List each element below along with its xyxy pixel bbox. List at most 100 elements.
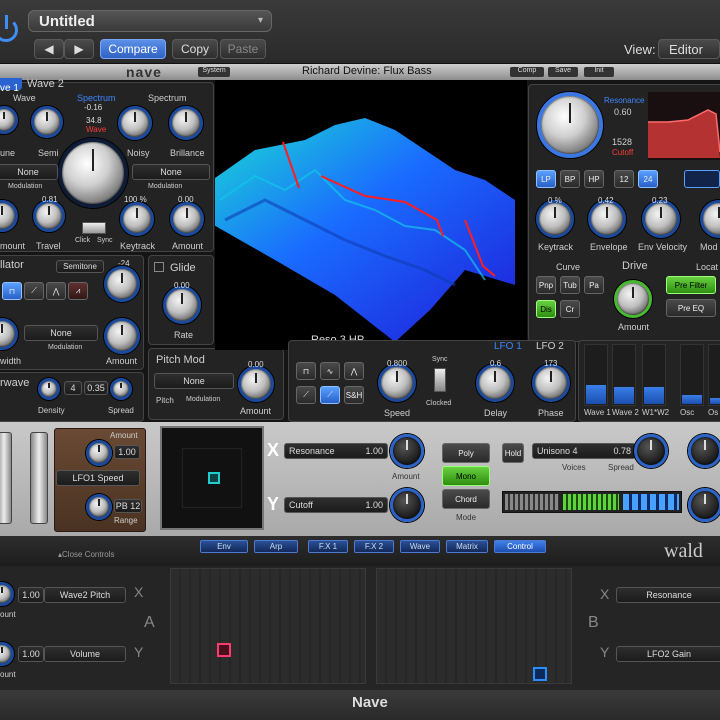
osc-amount-knob[interactable] — [104, 318, 140, 354]
filter-12-button[interactable]: 12 — [614, 170, 634, 188]
filter-lp-button[interactable]: LP — [536, 170, 556, 188]
close-controls-link[interactable]: ▴Close Controls — [58, 550, 114, 559]
extra-knob-right-2[interactable] — [688, 488, 720, 522]
lfo-phase-knob[interactable] — [532, 364, 570, 402]
curve-pa-button[interactable]: Pa — [584, 276, 604, 294]
hold-button[interactable]: Hold — [502, 443, 524, 463]
pb-range-field[interactable]: PB 12 — [114, 499, 142, 513]
filter-extra-select[interactable] — [684, 170, 720, 188]
bottom-a-y-amount[interactable]: 1.00 — [18, 646, 44, 662]
tab-wave1[interactable]: ve 1 — [0, 78, 22, 94]
resonance-cutoff-knob[interactable] — [537, 92, 603, 158]
spread-knob[interactable] — [110, 378, 132, 400]
system-button[interactable]: System — [198, 67, 230, 77]
xy-pad-b-cursor[interactable] — [533, 667, 547, 681]
filter-keytrack-knob[interactable] — [536, 200, 574, 238]
wavemix-fader-3[interactable] — [680, 344, 704, 406]
tab-arp[interactable]: Arp — [254, 540, 298, 553]
lfo-shape-sine[interactable]: ∿ — [320, 362, 340, 380]
wave-shape-1[interactable]: ⊓ — [2, 282, 22, 300]
next-button[interactable]: ▶ — [64, 39, 94, 59]
curve-pnp-button[interactable]: Pnp — [536, 276, 556, 294]
curve-cr-button[interactable]: Cr — [560, 300, 580, 318]
mod-select-2[interactable]: None — [132, 164, 210, 180]
xy-pad-b[interactable] — [376, 568, 572, 684]
extra-knob-right[interactable] — [688, 434, 720, 468]
pre-eq-button[interactable]: Pre EQ — [666, 299, 716, 317]
tab-matrix[interactable]: Matrix — [446, 540, 488, 553]
lfo-clocked-switch[interactable] — [434, 368, 446, 392]
pb-range-knob[interactable] — [86, 494, 112, 520]
x-target-select[interactable]: Resonance 1.00 — [284, 443, 388, 459]
filter-envelope-knob[interactable] — [588, 200, 626, 238]
wavemix-fader-1[interactable] — [612, 344, 636, 406]
bottom-a-x-amount[interactable]: 1.00 — [18, 587, 44, 603]
tab-f-x-2[interactable]: F.X 2 — [354, 540, 394, 553]
density-field[interactable]: 4 — [64, 381, 82, 395]
unisono-select[interactable]: Unisono 4 0.78 — [532, 443, 636, 459]
keytrack-knob[interactable] — [120, 202, 154, 236]
mono-button[interactable]: Mono — [442, 466, 490, 486]
pitchmod-amount-knob[interactable] — [238, 366, 274, 402]
amount-knob-2[interactable] — [170, 202, 204, 236]
pre-filter-button[interactable]: Pre Filter — [666, 276, 716, 294]
copy-button[interactable]: Copy — [172, 39, 218, 59]
tab-env[interactable]: Env — [200, 540, 248, 553]
poly-button[interactable]: Poly — [442, 443, 490, 463]
x-amount-knob[interactable] — [390, 434, 424, 468]
drive-knob[interactable] — [614, 280, 652, 318]
wavemix-fader-2[interactable] — [642, 344, 666, 406]
preset-selector[interactable]: Untitled ▾ — [28, 10, 272, 32]
save-button[interactable]: Save — [548, 67, 578, 77]
noisy-knob[interactable] — [118, 106, 152, 140]
xy-pad[interactable] — [160, 426, 264, 530]
compare-button[interactable]: Compare — [100, 39, 166, 59]
lfo-speed-knob[interactable] — [378, 364, 416, 402]
wavetable-display[interactable]: Reso 3 HP — [215, 80, 527, 350]
tab-lfo1[interactable]: LFO 1 — [494, 341, 522, 352]
glide-toggle[interactable] — [154, 262, 164, 272]
pitch-bend-wheel[interactable] — [0, 432, 12, 524]
filter-envvel-knob[interactable] — [642, 200, 680, 238]
tab-wave2[interactable]: Wave 2 — [27, 78, 64, 90]
lfo-shape-sh[interactable]: S&H — [344, 386, 364, 404]
comp-button[interactable]: Comp — [510, 67, 544, 77]
chord-button[interactable]: Chord — [442, 489, 490, 509]
filter-24-button[interactable]: 24 — [638, 170, 658, 188]
lfo1-speed-select[interactable]: LFO1 Speed — [56, 470, 140, 486]
power-icon[interactable] — [0, 18, 18, 42]
bottom-b-x-select[interactable]: Resonance — [616, 587, 720, 603]
spread-field[interactable]: 0.35 — [84, 381, 108, 395]
lfo-shape-square[interactable]: ⊓ — [296, 362, 316, 380]
curve-dis-button[interactable]: Dis — [536, 300, 556, 318]
keyboard-display[interactable] — [502, 491, 682, 513]
glide-rate-knob[interactable] — [163, 286, 201, 324]
xy-pad-a[interactable] — [170, 568, 366, 684]
tab-lfo2[interactable]: LFO 2 — [536, 341, 564, 352]
paste-button[interactable]: Paste — [220, 39, 266, 59]
osc-mod-select[interactable]: None — [24, 325, 98, 341]
mod-amount-field[interactable]: 1.00 — [114, 445, 140, 459]
mod-wheel[interactable] — [30, 432, 48, 524]
bottom-a-x-select[interactable]: Wave2 Pitch — [44, 587, 126, 603]
init-button[interactable]: Init — [584, 67, 614, 77]
wavemix-fader-0[interactable] — [584, 344, 608, 406]
wave-shape-2[interactable]: ⟋ — [24, 282, 44, 300]
semitone-knob[interactable] — [104, 266, 140, 302]
lfo-delay-knob[interactable] — [476, 364, 514, 402]
bottom-a-y-select[interactable]: Volume — [44, 646, 126, 662]
travel-knob[interactable] — [33, 200, 65, 232]
xy-pad-a-cursor[interactable] — [217, 643, 231, 657]
tab-wave[interactable]: Wave — [400, 540, 440, 553]
lfo-shape-tri[interactable]: ⋀ — [344, 362, 364, 380]
wave-shape-3[interactable]: ⋀ — [46, 282, 66, 300]
y-target-select[interactable]: Cutoff 1.00 — [284, 497, 388, 513]
curve-tub-button[interactable]: Tub — [560, 276, 580, 294]
bottom-b-y-select[interactable]: LFO2 Gain — [616, 646, 720, 662]
prev-button[interactable]: ◀ — [34, 39, 64, 59]
spread-knob[interactable] — [634, 434, 668, 468]
wave-main-knob[interactable] — [58, 138, 128, 208]
y-amount-knob[interactable] — [390, 488, 424, 522]
tab-control[interactable]: Control — [494, 540, 546, 553]
filter-bp-button[interactable]: BP — [560, 170, 580, 188]
